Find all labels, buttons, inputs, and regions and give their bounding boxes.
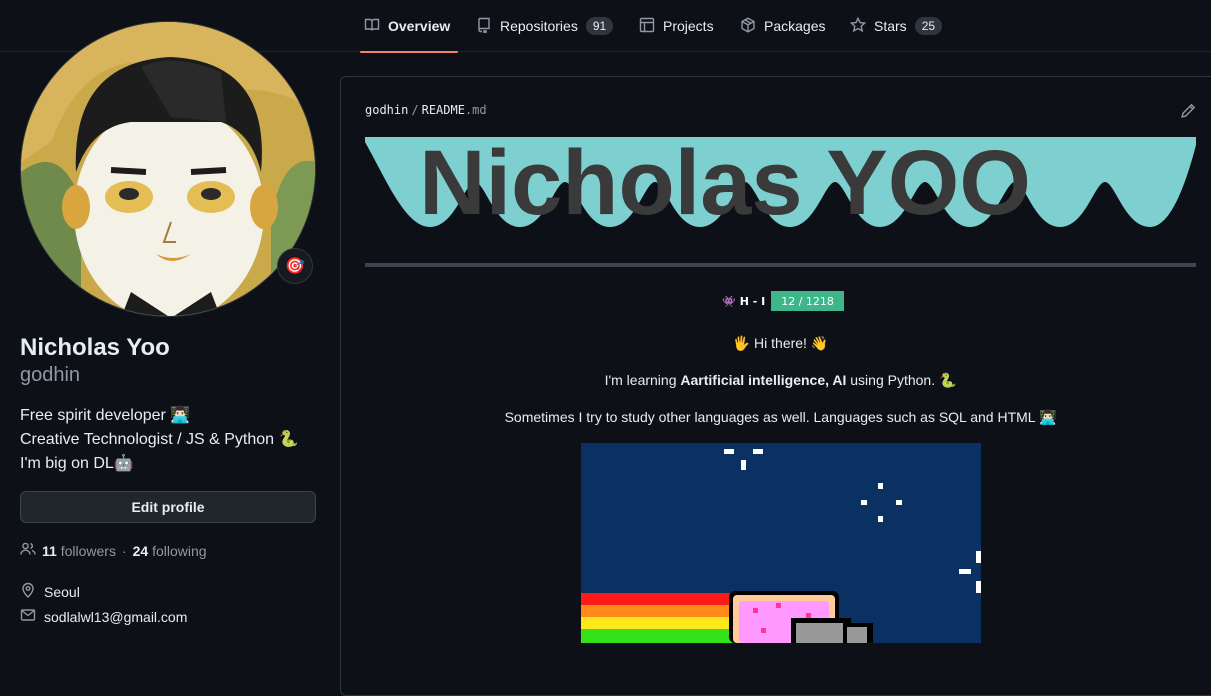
status-emoji: 🎯 — [285, 258, 305, 275]
follow-stats: 11 followers · 24 following — [20, 541, 207, 560]
profile-email: sodlalwl13@gmail.com — [20, 607, 187, 626]
readme-languages: Sometimes I try to study other languages… — [504, 409, 1057, 425]
followers-link[interactable]: 11 followers — [42, 543, 116, 559]
follow-separator: · — [121, 542, 127, 559]
avatar[interactable] — [20, 21, 316, 317]
following-count: 24 — [132, 542, 149, 559]
pencil-icon — [1180, 103, 1196, 123]
people-icon — [20, 541, 36, 560]
tab-overview-label: Overview — [388, 18, 451, 34]
hits-badge: 👾 H - I 12 / 1218 — [716, 291, 844, 311]
bio-line: Free spirit developer 👨🏻‍💻 — [20, 407, 191, 424]
set-status-button[interactable]: 🎯 — [277, 248, 313, 284]
hits-label-text: H - I — [739, 294, 766, 308]
profile-full-name: Nicholas Yoo — [20, 334, 170, 361]
hits-count: 12 / 1218 — [771, 291, 844, 311]
tab-projects[interactable]: Projects — [639, 0, 714, 52]
edit-profile-button[interactable]: Edit profile — [20, 491, 316, 523]
nyan-cat-gif — [581, 443, 981, 643]
bio-line: Creative Technologist / JS & Python 🐍 — [20, 431, 299, 448]
path-separator: / — [411, 103, 419, 117]
hits-logo-icon: 👾 — [722, 294, 736, 308]
repo-icon — [476, 17, 492, 36]
tab-repositories-label: Repositories — [500, 18, 578, 34]
readme-divider — [365, 263, 1196, 267]
avatar-illustration — [21, 22, 315, 316]
following-link[interactable]: 24 following — [133, 543, 207, 559]
following-label: following — [152, 542, 207, 559]
readme-owner-link[interactable]: godhin — [365, 103, 408, 117]
repositories-count-badge: 91 — [585, 17, 614, 35]
email-link[interactable]: sodlalwl13@gmail.com — [44, 609, 187, 625]
hits-badge-label: 👾 H - I — [716, 291, 772, 311]
edit-readme-button[interactable] — [1180, 103, 1196, 119]
followers-label: followers — [60, 542, 116, 559]
readme-banner: Nicholas YOO — [365, 137, 1196, 232]
readme-file-name: README — [421, 103, 465, 117]
readme-file-link[interactable]: README.md — [422, 103, 487, 117]
tab-stars[interactable]: Stars 25 — [849, 0, 943, 52]
bio-line: I'm big on DL🤖 — [20, 455, 134, 472]
tab-packages[interactable]: Packages — [740, 0, 825, 52]
readme-greeting: 🖐 Hi there! 👋 — [732, 335, 829, 351]
tab-overview[interactable]: Overview — [359, 0, 459, 53]
learning-bold: Aartificial intelligence, AI — [680, 372, 847, 388]
tab-packages-label: Packages — [764, 18, 826, 34]
star-icon — [849, 16, 867, 36]
profile-username: godhin — [20, 364, 81, 386]
profile-bio: Free spirit developer 👨🏻‍💻 Creative Tech… — [20, 404, 298, 476]
learning-prefix: I'm learning — [604, 372, 681, 388]
book-icon — [364, 17, 380, 36]
location-text: Seoul — [44, 583, 80, 600]
tab-projects-label: Projects — [663, 18, 714, 34]
package-icon — [740, 16, 756, 36]
tab-repositories[interactable]: Repositories 91 — [476, 0, 614, 52]
profile-location: Seoul — [20, 582, 80, 601]
tab-stars-label: Stars — [874, 18, 907, 34]
project-table-icon — [639, 17, 655, 36]
learning-suffix: using Python. 🐍 — [846, 372, 957, 388]
banner-title: Nicholas YOO — [419, 137, 1031, 232]
location-pin-icon — [20, 582, 36, 601]
followers-count: 11 — [42, 542, 57, 559]
readme-learning: I'm learning Aartificial intelligence, A… — [365, 372, 1196, 389]
nyan-cat-image — [581, 443, 981, 643]
stars-count-badge: 25 — [914, 17, 943, 35]
readme-file-ext: .md — [464, 103, 487, 117]
readme-path: godhin / README.md — [365, 103, 487, 117]
mail-icon — [20, 607, 36, 626]
